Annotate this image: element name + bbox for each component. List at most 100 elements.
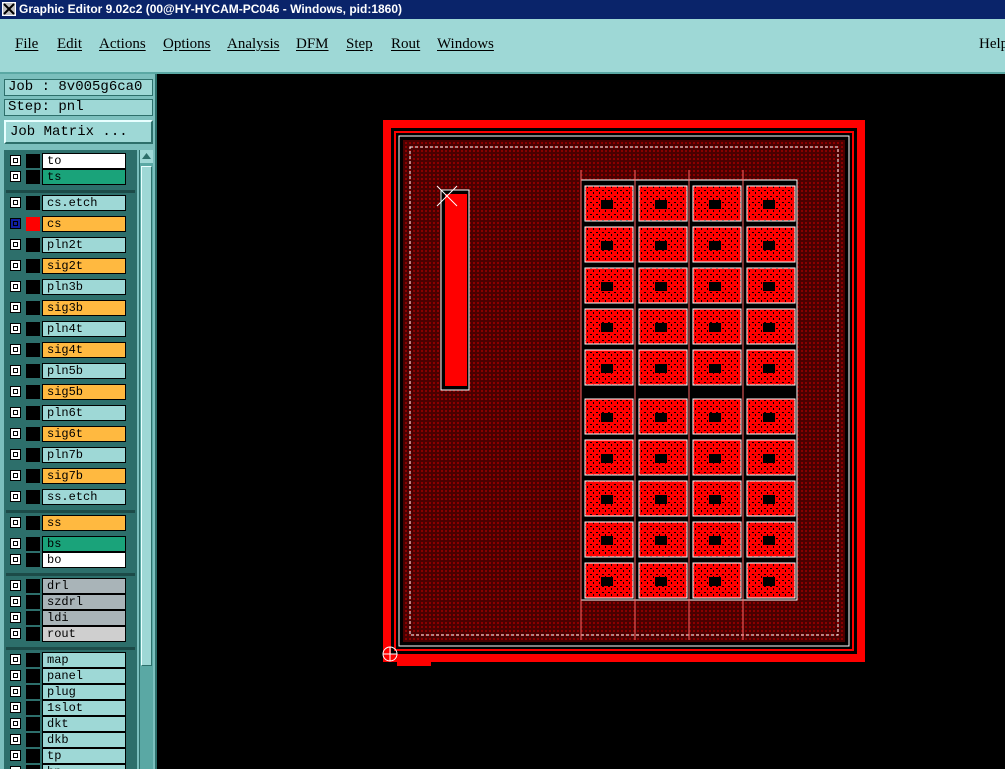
layer-color-swatch[interactable] <box>26 301 40 315</box>
layer-name[interactable]: rout <box>42 626 126 642</box>
layer-row-sig2t[interactable]: sig2t <box>6 258 137 274</box>
pcb-panel-view[interactable] <box>157 74 1005 769</box>
layer-color-swatch[interactable] <box>26 217 40 231</box>
layer-color-swatch[interactable] <box>26 385 40 399</box>
layer-row-ss[interactable]: ss <box>6 515 137 531</box>
scroll-up-arrow[interactable] <box>140 150 153 163</box>
layer-row-tp[interactable]: tp <box>6 748 137 764</box>
layer-checkbox[interactable] <box>10 155 21 166</box>
layer-checkbox[interactable] <box>10 281 21 292</box>
layer-color-swatch[interactable] <box>26 627 40 641</box>
layer-checkbox[interactable] <box>10 302 21 313</box>
graphics-canvas[interactable] <box>157 74 1005 769</box>
layer-row-sig3b[interactable]: sig3b <box>6 300 137 316</box>
layer-checkbox[interactable] <box>10 686 21 697</box>
layer-row-pln3b[interactable]: pln3b <box>6 279 137 295</box>
layer-color-swatch[interactable] <box>26 595 40 609</box>
layer-checkbox[interactable] <box>10 670 21 681</box>
layer-row-bo[interactable]: bo <box>6 552 137 568</box>
layer-color-swatch[interactable] <box>26 280 40 294</box>
layer-color-swatch[interactable] <box>26 611 40 625</box>
layer-checkbox[interactable] <box>10 718 21 729</box>
menu-dfm[interactable]: DFM <box>296 36 329 53</box>
layer-color-swatch[interactable] <box>26 653 40 667</box>
layer-color-swatch[interactable] <box>26 490 40 504</box>
layer-color-swatch[interactable] <box>26 322 40 336</box>
layer-color-swatch[interactable] <box>26 685 40 699</box>
layer-row-sig5b[interactable]: sig5b <box>6 384 137 400</box>
layer-row-plug[interactable]: plug <box>6 684 137 700</box>
layer-color-swatch[interactable] <box>26 154 40 168</box>
layer-checkbox[interactable] <box>10 260 21 271</box>
layer-color-swatch[interactable] <box>26 516 40 530</box>
layer-name[interactable]: pln4t <box>42 321 126 337</box>
layer-name[interactable]: pln3b <box>42 279 126 295</box>
layer-checkbox[interactable] <box>10 449 21 460</box>
layer-checkbox[interactable] <box>10 428 21 439</box>
layer-checkbox[interactable] <box>10 702 21 713</box>
layer-color-swatch[interactable] <box>26 749 40 763</box>
layer-name[interactable]: pln6t <box>42 405 126 421</box>
layer-color-swatch[interactable] <box>26 427 40 441</box>
layer-color-swatch[interactable] <box>26 343 40 357</box>
layer-color-swatch[interactable] <box>26 579 40 593</box>
layer-color-swatch[interactable] <box>26 196 40 210</box>
layer-name[interactable]: ss <box>42 515 126 531</box>
layer-checkbox[interactable] <box>10 628 21 639</box>
layer-checkbox[interactable] <box>10 323 21 334</box>
layer-row-dkt[interactable]: dkt <box>6 716 137 732</box>
layer-name[interactable]: sig4t <box>42 342 126 358</box>
layer-name[interactable]: bs <box>42 536 126 552</box>
layer-row-ss-etch[interactable]: ss.etch <box>6 489 137 505</box>
layer-name[interactable]: tp <box>42 748 126 764</box>
layer-checkbox[interactable] <box>10 470 21 481</box>
layer-row-ldi[interactable]: ldi <box>6 610 137 626</box>
layer-row-pln7b[interactable]: pln7b <box>6 447 137 463</box>
layer-row-dkb[interactable]: dkb <box>6 732 137 748</box>
layer-name[interactable]: sig2t <box>42 258 126 274</box>
layer-name[interactable]: bo <box>42 552 126 568</box>
layer-checkbox[interactable] <box>10 491 21 502</box>
layer-row-drl[interactable]: drl <box>6 578 137 594</box>
scroll-thumb[interactable] <box>141 166 152 666</box>
layer-color-swatch[interactable] <box>26 701 40 715</box>
menu-step[interactable]: Step <box>346 36 373 53</box>
layer-checkbox[interactable] <box>10 197 21 208</box>
layer-name[interactable]: szdrl <box>42 594 126 610</box>
layer-color-swatch[interactable] <box>26 669 40 683</box>
layer-name[interactable]: pln5b <box>42 363 126 379</box>
layer-color-swatch[interactable] <box>26 537 40 551</box>
layer-checkbox[interactable] <box>10 538 21 549</box>
layer-color-swatch[interactable] <box>26 717 40 731</box>
layer-name[interactable]: plug <box>42 684 126 700</box>
layer-row-pln5b[interactable]: pln5b <box>6 363 137 379</box>
layer-row-rout[interactable]: rout <box>6 626 137 642</box>
layer-row-sig7b[interactable]: sig7b <box>6 468 137 484</box>
layer-name[interactable]: dkt <box>42 716 126 732</box>
layer-checkbox[interactable] <box>10 554 21 565</box>
layer-name[interactable]: 1slot <box>42 700 126 716</box>
layer-name[interactable]: sig3b <box>42 300 126 316</box>
layer-checkbox[interactable] <box>10 344 21 355</box>
layer-checkbox[interactable] <box>10 218 21 229</box>
layer-color-swatch[interactable] <box>26 553 40 567</box>
layer-row-pln2t[interactable]: pln2t <box>6 237 137 253</box>
layer-name[interactable]: drl <box>42 578 126 594</box>
layer-checkbox[interactable] <box>10 580 21 591</box>
layer-color-swatch[interactable] <box>26 469 40 483</box>
layer-row-sig4t[interactable]: sig4t <box>6 342 137 358</box>
layer-checkbox[interactable] <box>10 734 21 745</box>
layer-checkbox[interactable] <box>10 596 21 607</box>
layer-checkbox[interactable] <box>10 612 21 623</box>
layer-name[interactable]: pln7b <box>42 447 126 463</box>
layer-row-sig6t[interactable]: sig6t <box>6 426 137 442</box>
layer-color-swatch[interactable] <box>26 765 40 769</box>
layer-row-bp[interactable]: bp <box>6 764 137 769</box>
layer-row-cs[interactable]: cs <box>6 216 137 232</box>
layer-checkbox[interactable] <box>10 171 21 182</box>
layer-checkbox[interactable] <box>10 517 21 528</box>
menu-options[interactable]: Options <box>163 36 211 53</box>
layer-row-pln6t[interactable]: pln6t <box>6 405 137 421</box>
layer-row-to[interactable]: to <box>6 153 137 169</box>
menu-windows[interactable]: Windows <box>437 36 494 53</box>
